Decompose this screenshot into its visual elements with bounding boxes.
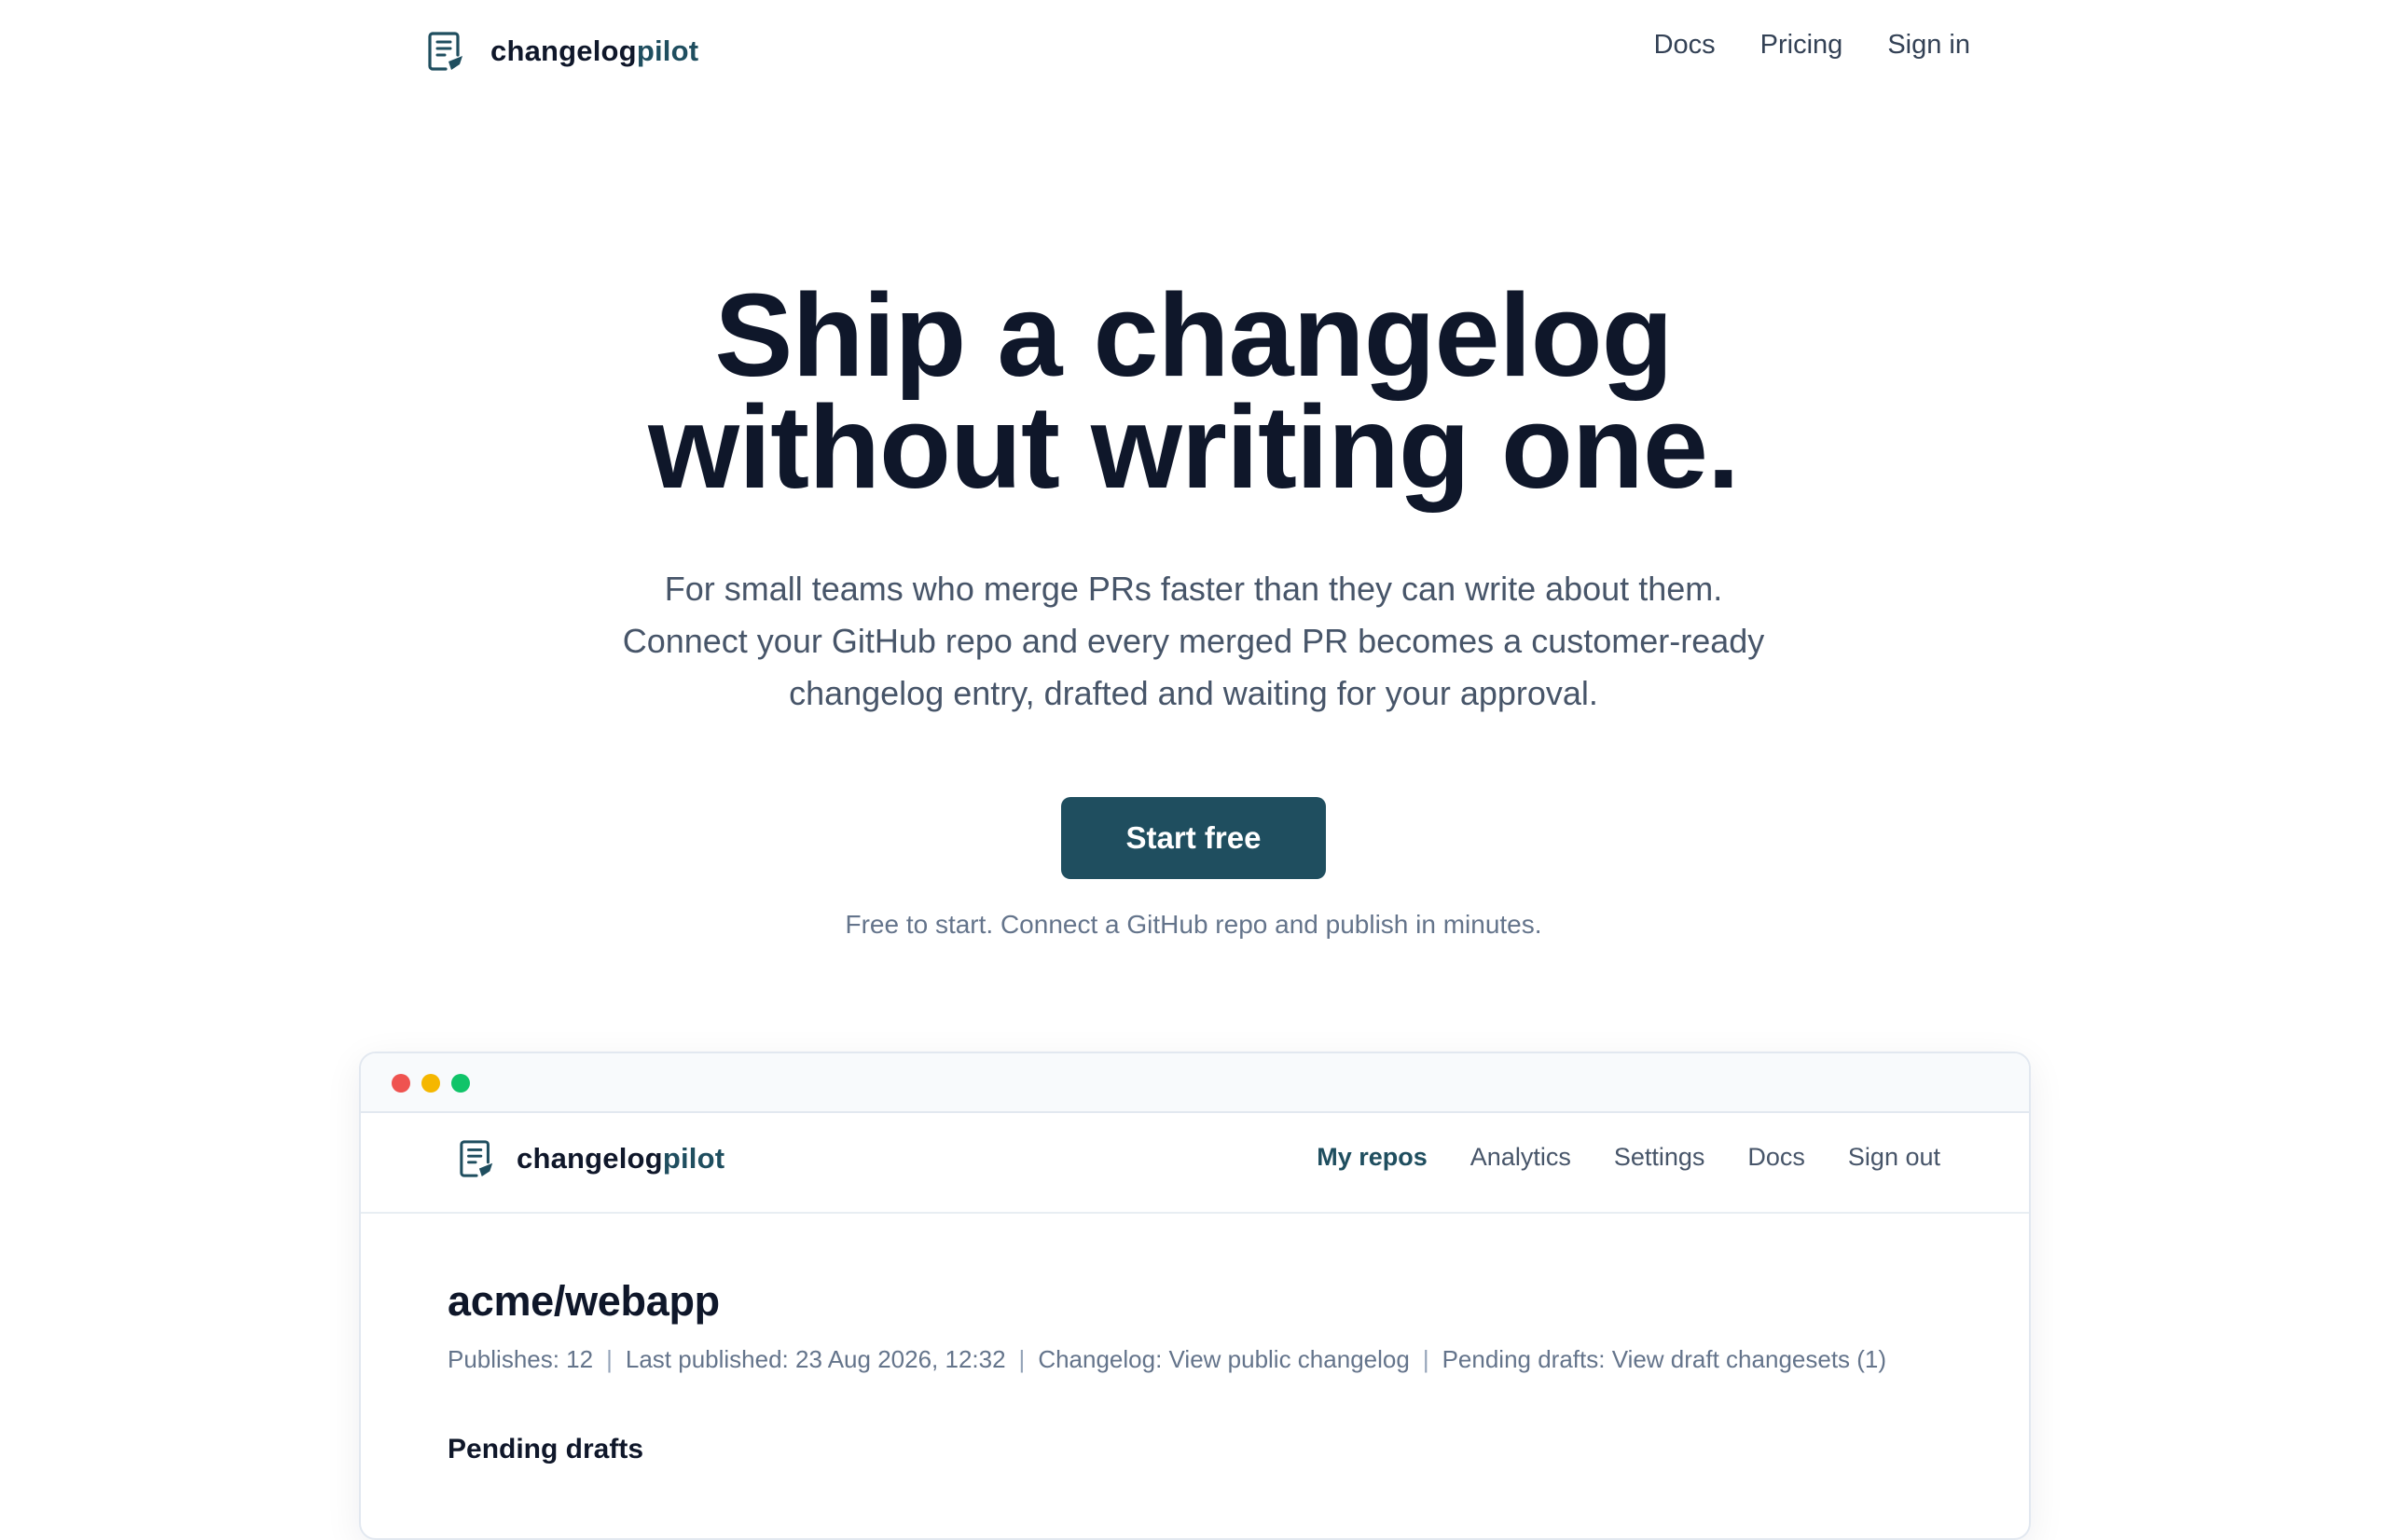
meta-drafts-label: Pending drafts:: [1442, 1345, 1612, 1373]
pending-drafts-heading: Pending drafts: [448, 1434, 644, 1464]
app-brand-name-part2: pilot: [662, 1142, 725, 1175]
hero-subtitle: For small teams who merge PRs faster tha…: [0, 563, 2387, 720]
view-public-changelog-link[interactable]: View public changelog: [1169, 1345, 1410, 1373]
app-nav-settings[interactable]: Settings: [1614, 1143, 1705, 1172]
meta-publishes: Publishes: 12: [448, 1345, 594, 1373]
hero-subtitle-line1: For small teams who merge PRs faster tha…: [664, 570, 1723, 608]
document-pen-icon: [428, 32, 462, 71]
view-draft-changesets-link[interactable]: View draft changesets (1): [1612, 1345, 1886, 1373]
brand-name-part2: pilot: [636, 34, 699, 67]
app-nav-sign-out[interactable]: Sign out: [1848, 1143, 1940, 1172]
app-nav-links: My repos Analytics Settings Docs Sign ou…: [1317, 1143, 1940, 1172]
brand-logo[interactable]: changelogpilot: [427, 26, 698, 76]
brand-name-part1: changelog: [490, 34, 637, 67]
app-nav-my-repos[interactable]: My repos: [1317, 1143, 1428, 1172]
nav-pricing-link[interactable]: Pricing: [1760, 30, 1843, 61]
top-nav: changelogpilot Docs Pricing Sign in: [0, 0, 2387, 103]
window-close-dot: [392, 1074, 410, 1093]
hero-title-line2: without writing one.: [648, 381, 1740, 513]
meta-separator: |: [1422, 1345, 1429, 1373]
window-maximize-dot: [451, 1074, 470, 1093]
start-free-button[interactable]: Start free: [1061, 797, 1326, 879]
app-nav: changelogpilot My repos Analytics Settin…: [361, 1113, 2029, 1214]
nav-docs-link[interactable]: Docs: [1654, 30, 1716, 61]
app-preview-window: changelogpilot My repos Analytics Settin…: [359, 1052, 2031, 1540]
meta-changelog-label: Changelog:: [1038, 1345, 1169, 1373]
meta-separator: |: [1018, 1345, 1026, 1373]
repo-meta: Publishes: 12 | Last published: 23 Aug 202…: [448, 1345, 1886, 1374]
brand-name: changelogpilot: [490, 34, 698, 68]
document-pen-icon: [460, 1140, 493, 1177]
app-nav-analytics[interactable]: Analytics: [1470, 1143, 1571, 1172]
window-title-bar: [361, 1053, 2029, 1113]
window-minimize-dot: [421, 1074, 440, 1093]
hero-title: Ship a changelog without writing one.: [0, 269, 2387, 513]
hero-subtitle-line2: Connect your GitHub repo and every merge…: [622, 622, 1765, 660]
meta-last-published: Last published: 23 Aug 2026, 12:32: [625, 1345, 1006, 1373]
app-brand-name: changelogpilot: [517, 1142, 724, 1176]
meta-separator: |: [606, 1345, 613, 1373]
main-nav: Docs Pricing Sign in: [1654, 30, 1970, 61]
nav-sign-in-link[interactable]: Sign in: [1887, 30, 1970, 61]
app-brand-logo[interactable]: changelogpilot: [459, 1134, 724, 1184]
hero-subtitle-line3: changelog entry, drafted and waiting for…: [789, 674, 1598, 712]
hero-title-line1: Ship a changelog: [714, 269, 1673, 401]
cta-note: Free to start. Connect a GitHub repo and…: [845, 910, 1542, 939]
repo-title: acme/webapp: [448, 1277, 720, 1325]
app-brand-name-part1: changelog: [517, 1142, 663, 1175]
app-nav-docs[interactable]: Docs: [1747, 1143, 1805, 1172]
